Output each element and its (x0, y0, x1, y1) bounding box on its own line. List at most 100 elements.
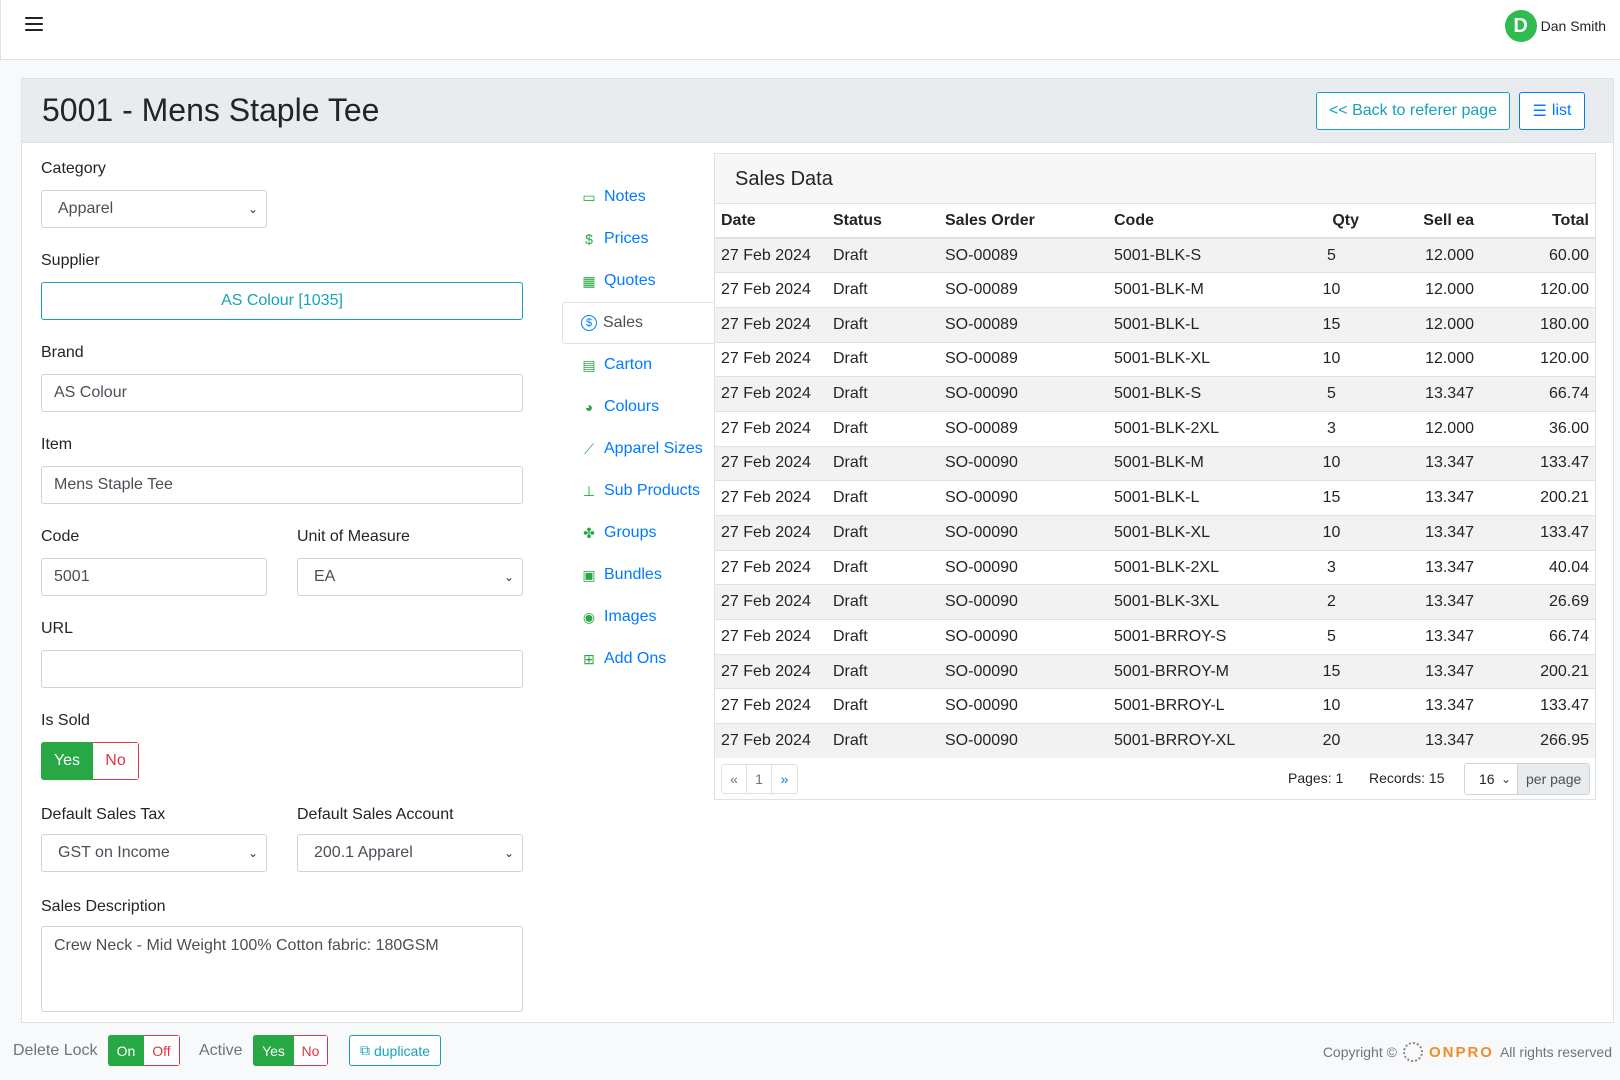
cell-date: 27 Feb 2024 (715, 688, 827, 724)
tab-bundles[interactable]: ▣ Bundles (562, 554, 714, 596)
cell-code: 5001-BLK-L (1108, 480, 1298, 516)
cell-code: 5001-BRROY-L (1108, 688, 1298, 724)
tab-notes[interactable]: ▭ Notes (562, 176, 714, 218)
table-row[interactable]: 27 Feb 2024 Draft SO-00089 5001-BLK-S 5 12.00… (715, 237, 1595, 273)
tab-apparel-sizes[interactable]: ⟋ Apparel Sizes (562, 428, 714, 470)
back-to-referer-button[interactable]: << Back to referer page (1316, 92, 1510, 130)
tab-prices[interactable]: $ Prices (562, 218, 714, 260)
table-row[interactable]: 27 Feb 2024 Draft SO-00089 5001-BLK-M 10 12.0… (715, 272, 1595, 308)
brand-label: Brand (41, 344, 84, 361)
table-row[interactable]: 27 Feb 2024 Draft SO-00090 5001-BRROY-XL 20 1… (715, 723, 1595, 759)
column-header-qty[interactable]: Qty (1298, 204, 1365, 239)
cell-date: 27 Feb 2024 (715, 341, 827, 377)
table-row[interactable]: 27 Feb 2024 Draft SO-00090 5001-BLK-L 15 13.3… (715, 480, 1595, 516)
tab-quotes[interactable]: ▦ Quotes (562, 260, 714, 302)
cell-sell-ea: 13.347 (1365, 653, 1480, 689)
pagination-next[interactable]: » (772, 765, 797, 793)
table-row[interactable]: 27 Feb 2024 Draft SO-00090 5001-BRROY-S 5 13.… (715, 619, 1595, 655)
table-row[interactable]: 27 Feb 2024 Draft SO-00090 5001-BLK-M 10 13.3… (715, 445, 1595, 481)
active-no-button[interactable]: No (294, 1035, 328, 1066)
supplier-button[interactable]: AS Colour [1035] (41, 282, 523, 320)
is-sold-yes-button[interactable]: Yes (41, 742, 93, 780)
url-input[interactable] (41, 650, 523, 688)
cell-code: 5001-BRROY-S (1108, 619, 1298, 655)
tab-sub-products[interactable]: ⊥ Sub Products (562, 470, 714, 512)
cell-code: 5001-BLK-3XL (1108, 584, 1298, 620)
cell-code: 5001-BLK-XL (1108, 341, 1298, 377)
dollar-icon: $ (585, 231, 593, 247)
hamburger-menu-icon[interactable] (25, 17, 43, 33)
code-label: Code (41, 528, 80, 545)
url-label: URL (41, 620, 74, 637)
code-input[interactable]: 5001 (41, 558, 267, 596)
cell-code: 5001-BLK-S (1108, 237, 1298, 273)
table-row[interactable]: 27 Feb 2024 Draft SO-00090 5001-BRROY-M 15 13… (715, 653, 1595, 689)
cell-date: 27 Feb 2024 (715, 515, 827, 551)
tab-add-ons[interactable]: ⊞ Add Ons (562, 638, 714, 680)
pagination-page[interactable]: 1 (747, 765, 772, 793)
user-menu[interactable]: D Dan Smith (1504, 10, 1606, 42)
list-button[interactable]: ☰ list (1519, 92, 1585, 130)
brand-input[interactable]: AS Colour (41, 374, 523, 412)
sales-tax-select[interactable]: GST on Income ⌄ (41, 834, 267, 872)
per-page-select[interactable]: 16 ⌄ (1465, 764, 1517, 794)
cell-status: Draft (827, 549, 939, 585)
chevron-down-icon: ⌄ (1500, 772, 1511, 786)
tab-carton[interactable]: ▤ Carton (562, 344, 714, 386)
is-sold-no-button[interactable]: No (93, 742, 139, 780)
uom-select[interactable]: EA ⌄ (297, 558, 523, 596)
cell-sell-ea: 12.000 (1365, 306, 1480, 343)
tab-label: Quotes (604, 272, 656, 289)
active-yes-button[interactable]: Yes (253, 1035, 294, 1066)
chevron-down-icon: ⌄ (503, 570, 514, 584)
cell-date: 27 Feb 2024 (715, 376, 827, 412)
column-header-sales-order[interactable]: Sales Order (939, 204, 1108, 239)
cell-date: 27 Feb 2024 (715, 480, 827, 516)
cell-date: 27 Feb 2024 (715, 549, 827, 585)
sales-account-select[interactable]: 200.1 Apparel ⌄ (297, 834, 523, 872)
uom-value: EA (314, 568, 336, 585)
delete-lock-off-button[interactable]: Off (144, 1035, 180, 1066)
pagination-prev[interactable]: « (722, 765, 747, 793)
tab-images[interactable]: ◉ Images (562, 596, 714, 638)
records-count: Records: 15 (1369, 770, 1445, 786)
table-row[interactable]: 27 Feb 2024 Draft SO-00089 5001-BLK-L 15 12.0… (715, 306, 1595, 343)
table-row[interactable]: 27 Feb 2024 Draft SO-00090 5001-BLK-XL 10 13.… (715, 515, 1595, 551)
tab-sales[interactable]: $ Sales (562, 302, 714, 344)
item-input[interactable]: Mens Staple Tee (41, 466, 523, 504)
supplier-label: Supplier (41, 252, 100, 269)
copyright-text: Copyright © (1322, 1044, 1397, 1060)
tab-label: Sales (603, 314, 644, 331)
sales-account-value: 200.1 Apparel (314, 844, 413, 861)
column-header-code[interactable]: Code (1108, 204, 1298, 239)
sales-tax-value: GST on Income (58, 844, 170, 861)
table-row[interactable]: 27 Feb 2024 Draft SO-00090 5001-BLK-3XL 2 13.… (715, 584, 1595, 620)
cell-sales-order: SO-00089 (939, 341, 1108, 377)
column-header-total[interactable]: Total (1480, 204, 1595, 239)
table-row[interactable]: 27 Feb 2024 Draft SO-00090 5001-BRROY-L 10 13… (715, 688, 1595, 724)
sales-data-title: Sales Data (715, 154, 1595, 204)
cell-sales-order: SO-00090 (939, 688, 1108, 724)
images-icon: ▣ (582, 566, 596, 583)
chevron-down-icon: ⌄ (247, 846, 258, 860)
active-label: Active (199, 1042, 243, 1059)
table-row[interactable]: 27 Feb 2024 Draft SO-00090 5001-BLK-2XL 3 13.… (715, 549, 1595, 585)
duplicate-button[interactable]: ⧉ duplicate (349, 1035, 441, 1066)
table-row[interactable]: 27 Feb 2024 Draft SO-00089 5001-BLK-2XL 3 12.… (715, 410, 1595, 447)
delete-lock-on-button[interactable]: On (108, 1035, 144, 1066)
cell-qty: 10 (1298, 445, 1365, 481)
table-row[interactable]: 27 Feb 2024 Draft SO-00090 5001-BLK-S 5 13.34… (715, 376, 1595, 412)
column-header-date[interactable]: Date (715, 204, 827, 239)
tab-colours[interactable]: ◕ Colours (562, 386, 714, 428)
cell-status: Draft (827, 515, 939, 551)
column-header-sell-ea[interactable]: Sell ea (1365, 204, 1480, 239)
category-select[interactable]: Apparel ⌄ (41, 190, 267, 228)
cell-qty: 10 (1298, 688, 1365, 724)
table-row[interactable]: 27 Feb 2024 Draft SO-00089 5001-BLK-XL 10 12.… (715, 341, 1595, 377)
sales-description-textarea[interactable]: Crew Neck - Mid Weight 100% Cotton fabri… (41, 926, 523, 1012)
chevron-down-icon: ⌄ (247, 202, 258, 216)
cell-total: 133.47 (1480, 515, 1595, 551)
column-header-status[interactable]: Status (827, 204, 939, 239)
list-icon: ☰ (1532, 103, 1547, 120)
tab-groups[interactable]: ✤ Groups (562, 512, 714, 554)
